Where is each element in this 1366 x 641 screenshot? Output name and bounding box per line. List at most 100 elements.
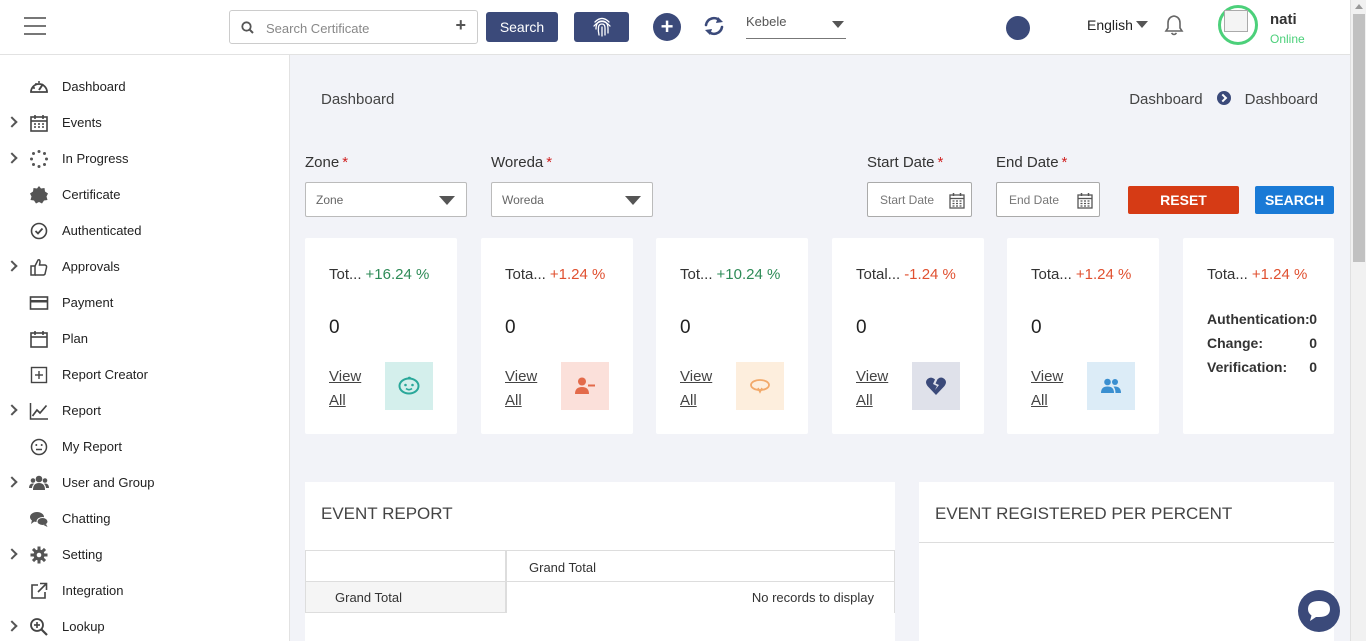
summary-label: Change: [1207, 335, 1263, 351]
chevron-right-icon [6, 476, 18, 488]
row-label: Grand Total [335, 590, 402, 605]
sidebar-item-user-and-group[interactable]: User and Group [0, 467, 290, 503]
sidebar-item-events[interactable]: Events [0, 107, 290, 143]
card-title: Total... -1.24 % [856, 266, 956, 283]
calendar-icon[interactable] [949, 192, 965, 209]
view-all-link[interactable]: View All [505, 365, 545, 413]
bell-icon[interactable] [1164, 14, 1184, 36]
woreda-select[interactable]: Woreda [491, 182, 653, 217]
required-mark: * [937, 154, 944, 171]
sidebar-item-in-progress[interactable]: In Progress [0, 143, 290, 179]
sidebar: Dashboard Events In Progress Certificate… [0, 55, 290, 641]
zone-select[interactable]: Zone [305, 182, 467, 217]
card-icon-box [736, 362, 784, 410]
sidebar-item-report[interactable]: Report [0, 395, 290, 431]
sidebar-item-lookup[interactable]: Lookup [0, 611, 290, 641]
sidebar-item-setting[interactable]: Setting [0, 539, 290, 575]
card-value: 0 [856, 317, 867, 338]
card-title: Tota... +1.24 % [1031, 266, 1132, 283]
card-value: 0 [680, 317, 691, 338]
certificate-icon [30, 186, 48, 204]
line-chart-icon [29, 403, 48, 420]
sidebar-item-label: Chatting [62, 511, 111, 526]
end-date-field[interactable]: End Date [996, 182, 1100, 217]
sidebar-item-plan[interactable]: Plan [0, 323, 290, 359]
user-minus-icon [575, 377, 595, 394]
card-title: Tot... +16.24 % [329, 266, 430, 283]
smiley-icon [30, 438, 48, 456]
calendar-icon[interactable] [1077, 192, 1093, 209]
card-title: Tot... +10.24 % [680, 266, 781, 283]
view-all-link[interactable]: View All [1031, 365, 1071, 413]
certificate-search-box: + [229, 10, 478, 44]
view-all-link[interactable]: View All [856, 365, 896, 413]
card-percent: +1.24 % [1251, 266, 1308, 283]
end-date-placeholder: End Date [1009, 193, 1060, 207]
refresh-icon[interactable] [702, 14, 726, 38]
sidebar-item-certificate[interactable]: Certificate [0, 179, 290, 215]
card-percent: +16.24 % [365, 266, 430, 283]
card-title: Tota... +1.24 % [505, 266, 606, 283]
sidebar-item-report-creator[interactable]: Report Creator [0, 359, 290, 395]
menu-icon[interactable] [24, 17, 46, 37]
zone-select-value: Zone [316, 193, 344, 207]
add-filter-icon[interactable]: + [455, 15, 466, 36]
chevron-down-icon [625, 196, 641, 205]
event-report-table: Grand Total Grand Total No records to di… [305, 550, 895, 613]
summary-value: 0 [1309, 335, 1317, 351]
language-label: English [1087, 17, 1133, 33]
calendar-icon [30, 331, 48, 348]
empty-message: No records to display [751, 590, 874, 605]
sidebar-item-my-report[interactable]: My Report [0, 431, 290, 467]
stat-card: Total... -1.24 % 0 View All [832, 238, 984, 434]
scroll-up-icon[interactable] [1355, 4, 1363, 9]
avatar[interactable] [1218, 5, 1258, 45]
sidebar-item-payment[interactable]: Payment [0, 287, 290, 323]
avatar-image [1224, 10, 1248, 32]
sidebar-item-chatting[interactable]: Chatting [0, 503, 290, 539]
scrollbar-thumb[interactable] [1353, 14, 1365, 262]
add-button[interactable]: + [653, 13, 681, 41]
view-all-link[interactable]: View All [329, 365, 369, 413]
sidebar-item-label: Report Creator [62, 367, 148, 382]
zone-label: Zone * [305, 154, 349, 171]
status-indicator[interactable] [1006, 16, 1030, 40]
fingerprint-button[interactable] [574, 12, 629, 42]
required-mark: * [546, 154, 553, 171]
start-date-field[interactable]: Start Date [867, 182, 972, 217]
user-name: nati [1270, 11, 1297, 28]
sidebar-item-dashboard[interactable]: Dashboard [0, 71, 290, 107]
sidebar-item-approvals[interactable]: Approvals [0, 251, 290, 287]
sidebar-item-label: User and Group [62, 475, 155, 490]
summary-row: Change: 0 [1207, 335, 1317, 359]
gear-icon [30, 546, 48, 564]
page-scrollbar[interactable] [1350, 0, 1366, 641]
kebele-select[interactable]: Kebele [746, 14, 846, 39]
reset-button[interactable]: RESET [1128, 186, 1239, 214]
search-certificate-input[interactable] [266, 18, 446, 38]
page-title: Dashboard [321, 91, 395, 108]
card-percent: +10.24 % [716, 266, 781, 283]
filter-search-button[interactable]: SEARCH [1255, 186, 1334, 214]
card-icon-box [561, 362, 609, 410]
breadcrumb: Dashboard Dashboard [1129, 91, 1318, 108]
summary-label: Authentication: [1207, 311, 1310, 327]
event-percent-panel: EVENT REGISTERED PER PERCENT [919, 482, 1334, 641]
chevron-right-icon [6, 620, 18, 632]
search-button[interactable]: Search [486, 12, 558, 42]
event-report-panel: EVENT REPORT Grand Total Grand Total No … [305, 482, 895, 641]
sidebar-item-integration[interactable]: Integration [0, 575, 290, 611]
language-selector[interactable]: English [1087, 17, 1148, 33]
card-icon-box [1087, 362, 1135, 410]
table-row: Grand Total No records to display [305, 582, 895, 613]
stat-card: Tot... +16.24 % 0 View All [305, 238, 457, 434]
breadcrumb-item[interactable]: Dashboard [1129, 91, 1202, 108]
table-header-cell[interactable]: Grand Total [507, 551, 895, 582]
sidebar-item-authenticated[interactable]: Authenticated [0, 215, 290, 251]
dashboard-gauge-icon [30, 81, 48, 93]
view-all-link[interactable]: View All [680, 365, 720, 413]
chevron-right-icon [6, 152, 18, 164]
row-header-cell: Grand Total [305, 582, 507, 613]
summary-stats: Authentication: 0 Change: 0 Verification: 0 [1207, 311, 1317, 383]
chat-launcher-button[interactable] [1298, 590, 1340, 632]
